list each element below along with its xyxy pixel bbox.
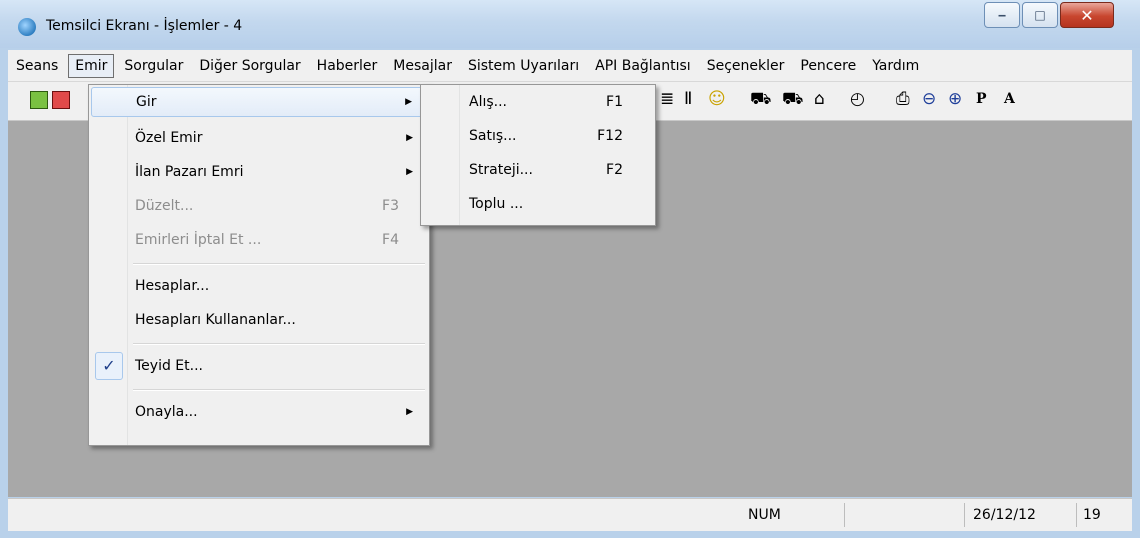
menu-bar: Seans Emir Sorgular Diğer Sorgular Haber… xyxy=(8,50,1132,82)
menu-item-shortcut: F2 xyxy=(606,162,623,178)
minimize-icon: ‒ xyxy=(997,8,1007,22)
menu-item-label: Toplu ... xyxy=(469,196,524,212)
new-green-icon[interactable] xyxy=(30,91,48,109)
font-p-icon[interactable]: P xyxy=(976,89,987,109)
menu-sorgular[interactable]: Sorgular xyxy=(116,54,191,78)
status-date: 26/12/12 xyxy=(964,503,1074,527)
menu-item-label: Özel Emir xyxy=(135,130,203,146)
chart-down-icon[interactable]: ⛟ xyxy=(782,89,803,109)
check-icon: ✓ xyxy=(95,352,123,380)
close-icon: ✕ xyxy=(1080,5,1094,25)
submenu-arrow-icon: ▶ xyxy=(406,407,413,417)
menu-separator xyxy=(133,263,425,265)
font-a-icon[interactable]: A xyxy=(1004,89,1015,109)
menu-item-shortcut: F3 xyxy=(382,198,399,214)
menu-yardim[interactable]: Yardım xyxy=(864,54,927,78)
menu-item-strateji[interactable]: Strateji... F2 xyxy=(423,155,653,185)
menu-secenekler[interactable]: Seçenekler xyxy=(699,54,793,78)
menu-haberler[interactable]: Haberler xyxy=(309,54,386,78)
menu-item-satis[interactable]: Satış... F12 xyxy=(423,121,653,151)
zoom-out-icon[interactable]: ⊖ xyxy=(922,89,936,109)
status-num: NUM xyxy=(748,507,781,523)
menu-item-label: Hesapları Kullananlar... xyxy=(135,312,296,328)
chart-up-icon[interactable]: ⛟ xyxy=(750,89,771,109)
inbox-icon[interactable]: ⌂ xyxy=(814,89,825,109)
menu-item-label: Emirleri İptal Et ... xyxy=(135,232,262,248)
menu-item-label: Düzelt... xyxy=(135,198,194,214)
menu-item-ilan-pazari-emri[interactable]: İlan Pazarı Emri ▶ xyxy=(91,157,427,187)
clock-icon[interactable]: ◴ xyxy=(850,89,865,109)
menu-item-label: Gir xyxy=(136,94,157,110)
status-bar: NUM 26/12/12 19 xyxy=(8,498,1132,531)
menu-pencere[interactable]: Pencere xyxy=(792,54,864,78)
menu-item-label: Teyid Et... xyxy=(135,358,203,374)
menu-item-emirleri-iptal-et[interactable]: Emirleri İptal Et ... F4 xyxy=(91,225,427,255)
menu-api-baglantisi[interactable]: API Bağlantısı xyxy=(587,54,699,78)
title-bar[interactable]: Temsilci Ekranı - İşlemler - 4 ‒ □ ✕ xyxy=(0,0,1140,48)
new-red-icon[interactable] xyxy=(52,91,70,109)
menu-item-label: Alış... xyxy=(469,94,508,110)
zoom-in-icon[interactable]: ⊕ xyxy=(948,89,962,109)
close-button[interactable]: ✕ xyxy=(1060,2,1114,28)
submenu-arrow-icon: ▶ xyxy=(406,167,413,177)
submenu-arrow-icon: ▶ xyxy=(405,97,412,107)
menu-item-hesaplari-kullananlar[interactable]: Hesapları Kullananlar... xyxy=(91,305,427,335)
minimize-button[interactable]: ‒ xyxy=(984,2,1020,28)
menu-item-label: Onayla... xyxy=(135,404,198,420)
menu-separator xyxy=(133,343,425,345)
menu-item-label: Strateji... xyxy=(469,162,533,178)
window-title: Temsilci Ekranı - İşlemler - 4 xyxy=(46,18,243,34)
menu-item-onayla[interactable]: Onayla... ▶ xyxy=(91,397,427,427)
menu-item-hesaplar[interactable]: Hesaplar... xyxy=(91,271,427,301)
menu-item-label: İlan Pazarı Emri xyxy=(135,164,244,180)
smiley-icon[interactable]: ☺ xyxy=(708,89,726,109)
menu-item-label: Satış... xyxy=(469,128,517,144)
menu-item-shortcut: F1 xyxy=(606,94,623,110)
print-icon[interactable]: ⎙ xyxy=(896,89,910,109)
submenu-arrow-icon: ▶ xyxy=(406,133,413,143)
menu-item-gir[interactable]: Gir ▶ xyxy=(91,87,427,117)
menu-sistem-uyarilari[interactable]: Sistem Uyarıları xyxy=(460,54,587,78)
status-page: 19 xyxy=(1076,503,1116,527)
gir-submenu: Alış... F1 Satış... F12 Strateji... F2 T… xyxy=(420,84,656,226)
list-icon[interactable]: ≣ xyxy=(660,89,674,109)
maximize-button[interactable]: □ xyxy=(1022,2,1058,28)
menu-item-teyid-et[interactable]: ✓ Teyid Et... xyxy=(91,351,427,381)
menu-seans[interactable]: Seans xyxy=(8,54,66,78)
menu-mesajlar[interactable]: Mesajlar xyxy=(385,54,460,78)
menu-item-toplu[interactable]: Toplu ... xyxy=(423,189,653,219)
menu-emir[interactable]: Emir xyxy=(68,53,115,78)
menu-item-shortcut: F4 xyxy=(382,232,399,248)
menu-item-duzelt[interactable]: Düzelt... F3 xyxy=(91,191,427,221)
chart-bar-icon[interactable]: Ⅱ xyxy=(684,89,692,109)
window-controls: ‒ □ ✕ xyxy=(982,2,1114,28)
status-empty-pane xyxy=(844,503,904,527)
menu-item-label: Hesaplar... xyxy=(135,278,210,294)
menu-item-shortcut: F12 xyxy=(597,128,623,144)
menu-item-alis[interactable]: Alış... F1 xyxy=(423,87,653,117)
menu-item-ozel-emir[interactable]: Özel Emir ▶ xyxy=(91,123,427,153)
app-window: Temsilci Ekranı - İşlemler - 4 ‒ □ ✕ Sea… xyxy=(0,0,1140,538)
menu-diger-sorgular[interactable]: Diğer Sorgular xyxy=(191,54,308,78)
maximize-icon: □ xyxy=(1034,8,1046,22)
app-logo-icon xyxy=(18,18,36,36)
menu-separator xyxy=(133,389,425,391)
emir-menu: Gir ▶ Özel Emir ▶ İlan Pazarı Emri ▶ Düz… xyxy=(88,84,430,446)
